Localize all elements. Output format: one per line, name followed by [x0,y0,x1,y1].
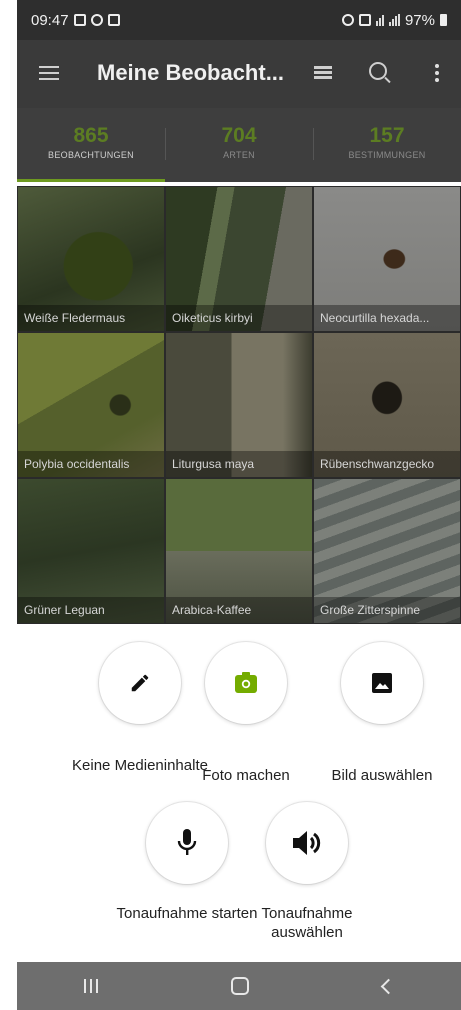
start-recording-circle[interactable] [146,802,228,884]
take-photo-button[interactable]: Foto machen [171,642,321,785]
observation-name: Grüner Leguan [18,597,164,623]
identifications-count: 157 [369,124,405,147]
list-view-icon[interactable] [314,66,332,80]
screen: 09:47 97% Meine Beobacht... 865 BEOBACHT… [17,0,461,1010]
battery-level: 97% [404,11,435,29]
recents-icon[interactable] [83,979,98,993]
status-time: 09:47 [31,11,69,29]
system-nav-bar [17,962,461,1010]
camera-icon [235,672,257,693]
microphone-icon [177,829,197,855]
observation-name: Polybia occidentalis [18,451,164,477]
page-title: Meine Beobacht... [97,60,285,85]
observation-name: Liturgusa maya [166,451,312,477]
observations-label: BEOBACHTUNGEN [48,150,134,160]
choose-recording-button[interactable]: Tonaufnahme auswählen [232,802,382,942]
home-icon[interactable] [231,977,250,995]
observation-tile[interactable]: Arabica-Kaffee [165,478,313,624]
observation-tile[interactable]: Neocurtilla hexada... [313,186,461,332]
observation-tile[interactable]: Liturgusa maya [165,332,313,478]
search-icon[interactable] [369,62,387,80]
observations-count: 865 [73,124,109,147]
battery-icon [440,14,447,26]
observation-name: Große Zitterspinne [314,597,460,623]
species-count: 704 [221,124,257,147]
alarm-icon [341,14,354,26]
menu-icon[interactable] [39,66,59,80]
observation-name: Arabica-Kaffee [166,597,312,623]
observation-name: Neocurtilla hexada... [314,305,460,331]
choose-image-circle[interactable] [341,642,423,724]
observation-tile[interactable]: Weiße Fledermaus [17,186,165,332]
instagram-notification-icon [90,14,103,26]
observation-name: Rübenschwanzgecko [314,451,460,477]
observation-name: Oiketicus kirbyi [166,305,312,331]
observation-tile[interactable]: Rübenschwanzgecko [313,332,461,478]
image-icon [372,673,392,693]
app-notification-icon [107,14,120,26]
pencil-icon [131,674,149,692]
observation-tile[interactable]: Große Zitterspinne [313,478,461,624]
identifications-label: BESTIMMUNGEN [348,150,426,160]
observation-grid: Weiße Fledermaus Oiketicus kirbyi Neocur… [17,186,461,624]
tab-species[interactable]: 704 ARTEN [165,108,313,182]
tab-observations[interactable]: 865 BEOBACHTUNGEN [17,108,165,182]
speaker-icon [293,831,321,855]
more-options-icon[interactable] [435,64,439,85]
stats-tabs: 865 BEOBACHTUNGEN 704 ARTEN 157 BESTIMMU… [17,108,461,182]
add-observation-sheet: Keine Medieninhalte Foto machen Bild aus… [17,624,461,964]
back-icon[interactable] [380,978,397,994]
observation-tile[interactable]: Grüner Leguan [17,478,165,624]
tab-identifications[interactable]: 157 BESTIMMUNGEN [313,108,461,182]
app-bar: Meine Beobacht... [17,40,461,108]
observation-name: Weiße Fledermaus [18,305,164,331]
take-photo-circle[interactable] [205,642,287,724]
status-bar: 09:47 97% [17,0,461,40]
signal-icon [388,14,400,26]
observation-tile[interactable]: Oiketicus kirbyi [165,186,313,332]
wifi-icon [375,14,384,26]
choose-recording-label: Tonaufnahme auswählen [261,905,353,941]
mute-icon [358,14,371,26]
gallery-notification-icon [73,14,86,26]
species-label: ARTEN [223,150,255,160]
choose-image-button[interactable]: Bild auswählen [307,642,457,785]
choose-recording-circle[interactable] [266,802,348,884]
observation-tile[interactable]: Polybia occidentalis [17,332,165,478]
no-media-circle[interactable] [99,642,181,724]
take-photo-label: Foto machen [202,767,290,784]
choose-image-label: Bild auswählen [331,767,433,784]
